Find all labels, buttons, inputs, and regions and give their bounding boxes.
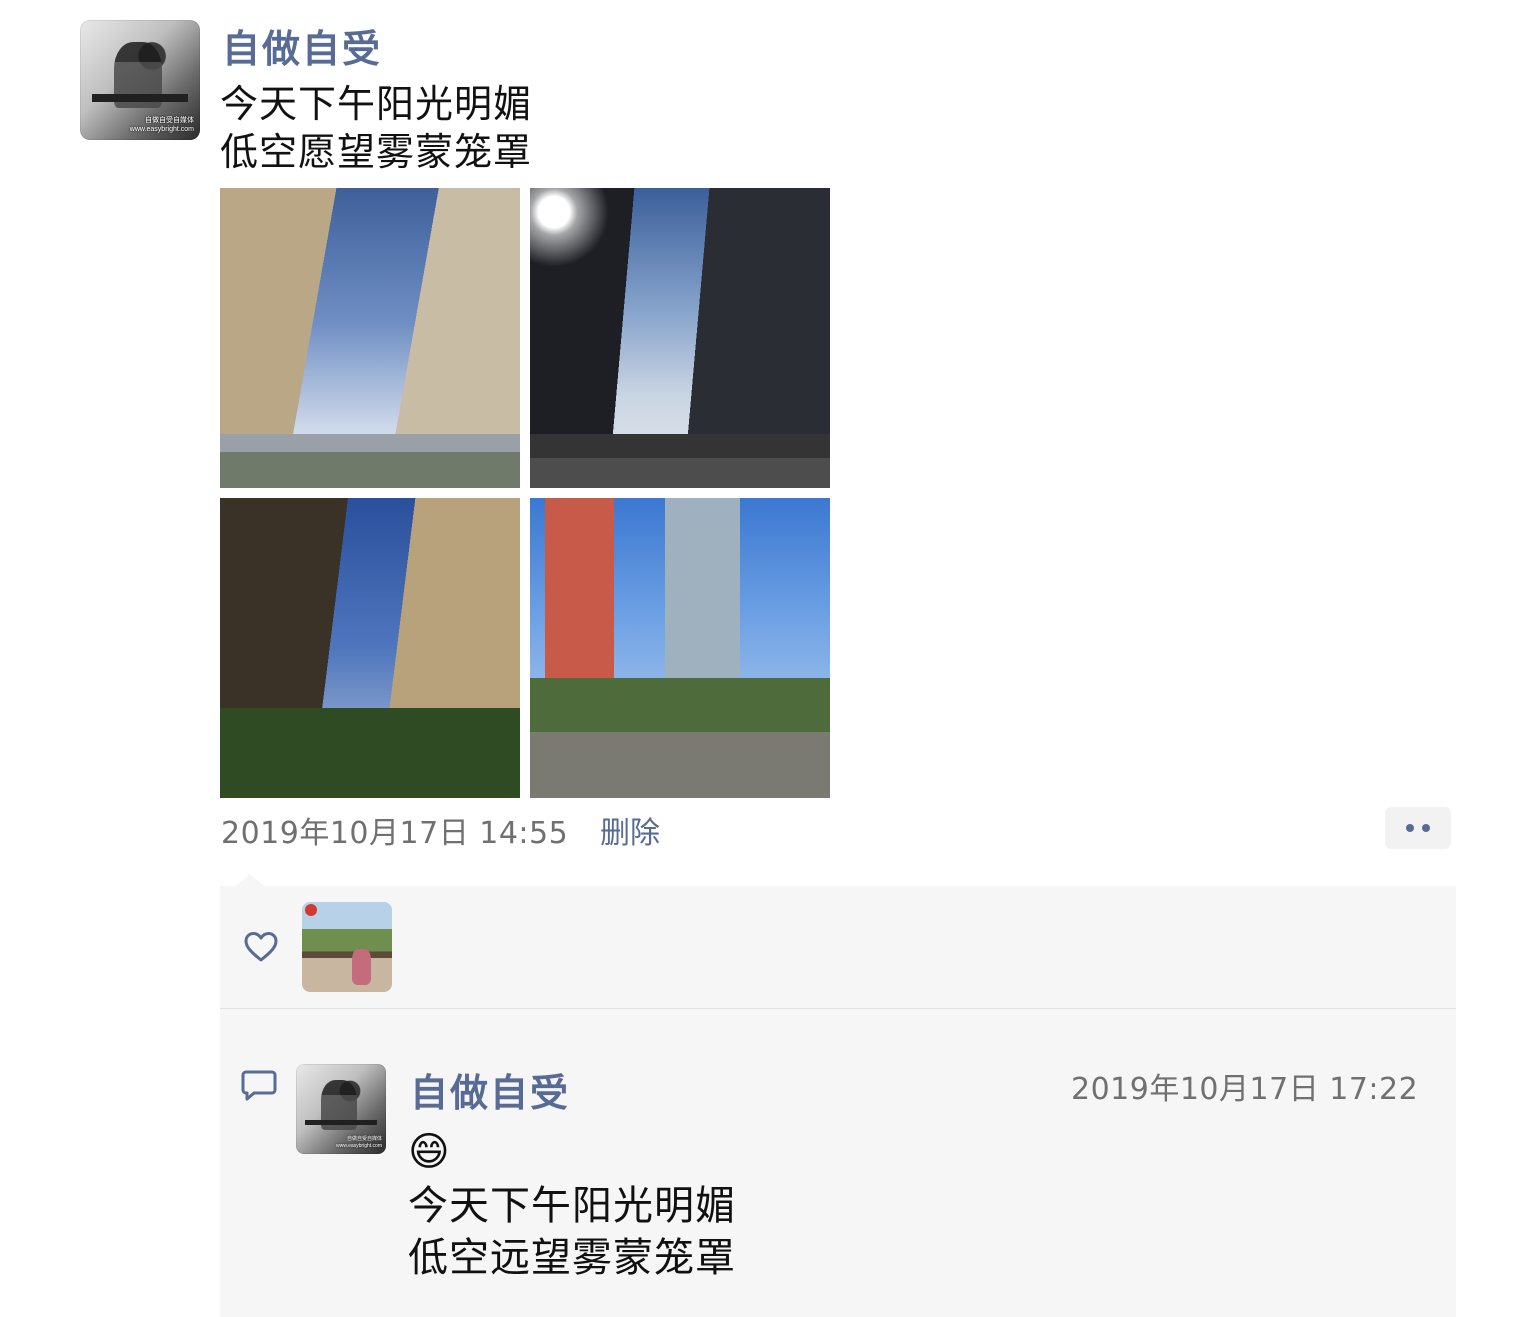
comment-text-line-1: 今天下午阳光明媚	[408, 1183, 736, 1229]
likes-divider	[220, 1008, 1456, 1009]
more-dots-icon	[1406, 824, 1414, 832]
avatar-barbell	[305, 1119, 377, 1126]
photo-1[interactable]	[220, 188, 520, 488]
post-text-line-1: 今天下午阳光明媚	[220, 82, 533, 126]
author-avatar[interactable]: 自做自受自媒体 www.easybright.com	[80, 20, 200, 140]
comment-text: 今天下午阳光明媚 低空远望雾蒙笼罩	[408, 1180, 736, 1284]
delete-link[interactable]: 删除	[600, 808, 660, 852]
comment-timestamp: 2019年10月17日 17:22	[1071, 1072, 1419, 1107]
avatar-watermark: 自做自受自媒体 www.easybright.com	[336, 1136, 382, 1149]
photo-2[interactable]	[530, 188, 830, 488]
post-text: 今天下午阳光明媚 低空愿望雾蒙笼罩	[220, 80, 532, 176]
avatar-watermark: 自做自受自媒体 www.easybright.com	[129, 117, 194, 133]
lantern-decoration	[304, 903, 318, 917]
photo-3[interactable]	[220, 498, 520, 798]
photo-4[interactable]	[530, 498, 830, 798]
more-dots-icon	[1422, 824, 1430, 832]
liker-avatar[interactable]	[302, 902, 392, 992]
comment-text-line-2: 低空远望雾蒙笼罩	[408, 1235, 736, 1281]
avatar-barbell	[92, 94, 188, 102]
panel-caret	[236, 874, 264, 886]
grinning-emoji: 😄	[408, 1129, 450, 1175]
liker-figure	[351, 948, 372, 985]
comment-bubble-icon	[240, 1068, 278, 1104]
post-text-line-2: 低空愿望雾蒙笼罩	[220, 130, 533, 174]
heart-icon	[243, 930, 279, 964]
more-button[interactable]	[1385, 807, 1451, 849]
commenter-avatar[interactable]: 自做自受自媒体 www.easybright.com	[296, 1064, 386, 1154]
commenter-name[interactable]: 自做自受	[410, 1062, 570, 1117]
post-timestamp: 2019年10月17日 14:55	[221, 816, 569, 851]
author-name[interactable]: 自做自受	[222, 18, 382, 73]
